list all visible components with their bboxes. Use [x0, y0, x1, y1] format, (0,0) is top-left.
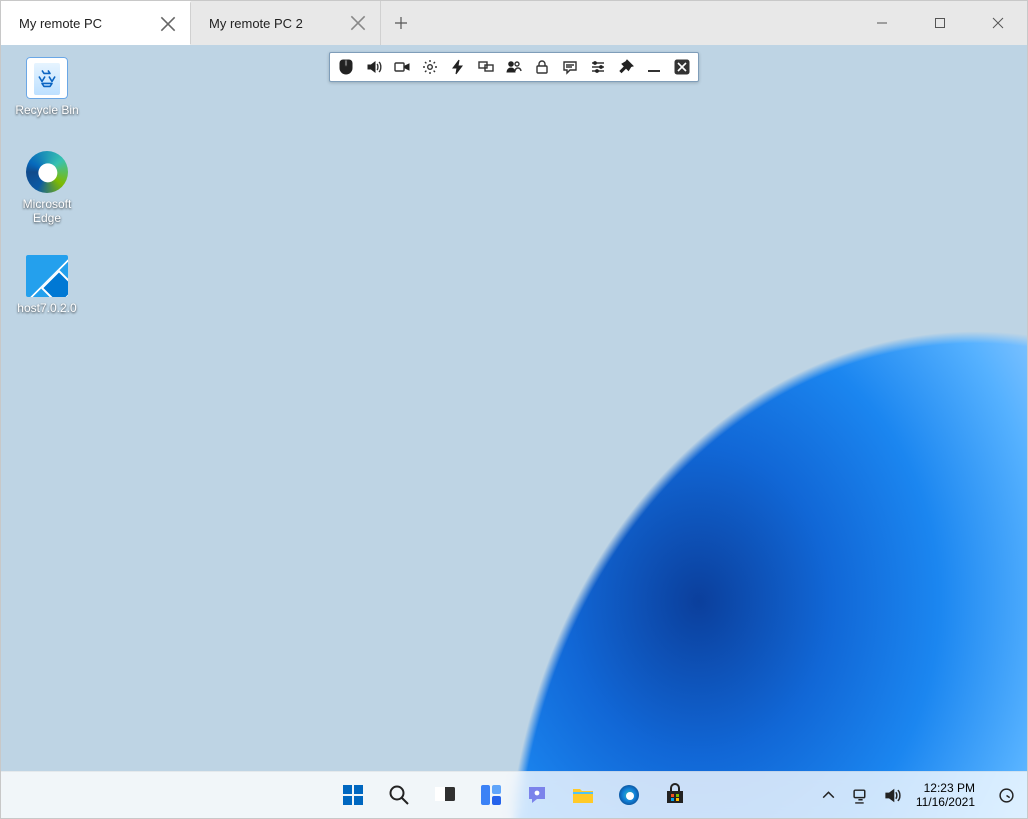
maximize-button[interactable] — [911, 1, 969, 45]
recycle-bin-icon — [26, 57, 68, 99]
pin-icon[interactable] — [612, 55, 640, 79]
app-window: My remote PC My remote PC 2 — [0, 0, 1028, 819]
search-button[interactable] — [380, 776, 418, 814]
lightning-icon[interactable] — [444, 55, 472, 79]
tab-label: My remote PC — [19, 16, 102, 31]
users-icon[interactable] — [500, 55, 528, 79]
desktop-icon-host-installer[interactable]: host7.0.2.0 — [7, 255, 87, 315]
edge-button[interactable] — [610, 776, 648, 814]
file-explorer-button[interactable] — [564, 776, 602, 814]
start-button[interactable] — [334, 776, 372, 814]
desktop-icon-recycle-bin[interactable]: Recycle Bin — [7, 57, 87, 117]
host-installer-icon — [26, 255, 68, 297]
notifications-icon[interactable] — [997, 786, 1015, 804]
remote-desktop-view[interactable]: Recycle Bin Microsoft Edge host7.0.2.0 — [1, 45, 1027, 818]
clock-date: 11/16/2021 — [916, 795, 975, 809]
widgets-button[interactable] — [472, 776, 510, 814]
close-icon[interactable] — [668, 55, 696, 79]
chat-button[interactable] — [518, 776, 556, 814]
desktop-icon-label: Microsoft Edge — [7, 197, 87, 225]
tab-bar: My remote PC My remote PC 2 — [1, 1, 1027, 45]
close-icon[interactable] — [350, 15, 366, 31]
minimize-icon[interactable] — [640, 55, 668, 79]
remote-toolbar — [329, 52, 699, 82]
taskbar-tray: 12:23 PM 11/16/2021 — [820, 781, 1027, 809]
monitors-icon[interactable] — [472, 55, 500, 79]
tab-label: My remote PC 2 — [209, 16, 303, 31]
store-button[interactable] — [656, 776, 694, 814]
options-icon[interactable] — [584, 55, 612, 79]
desktop-icon-label: Recycle Bin — [7, 103, 87, 117]
window-controls — [853, 1, 1027, 45]
sound-icon[interactable] — [360, 55, 388, 79]
lock-icon[interactable] — [528, 55, 556, 79]
minimize-button[interactable] — [853, 1, 911, 45]
tab-my-remote-pc-2[interactable]: My remote PC 2 — [191, 1, 381, 45]
network-icon[interactable] — [852, 786, 870, 804]
chevron-up-icon[interactable] — [820, 786, 838, 804]
mouse-icon[interactable] — [332, 55, 360, 79]
chat-icon[interactable] — [556, 55, 584, 79]
taskbar-center — [334, 776, 694, 814]
desktop-icon-microsoft-edge[interactable]: Microsoft Edge — [7, 151, 87, 225]
remote-taskbar: 12:23 PM 11/16/2021 — [1, 771, 1027, 818]
close-icon[interactable] — [160, 16, 176, 32]
tab-my-remote-pc[interactable]: My remote PC — [1, 1, 191, 45]
taskbar-clock[interactable]: 12:23 PM 11/16/2021 — [916, 781, 975, 809]
taskview-button[interactable] — [426, 776, 464, 814]
gear-icon[interactable] — [416, 55, 444, 79]
close-window-button[interactable] — [969, 1, 1027, 45]
desktop-icon-label: host7.0.2.0 — [7, 301, 87, 315]
clock-time: 12:23 PM — [916, 781, 975, 795]
edge-icon — [26, 151, 68, 193]
volume-icon[interactable] — [884, 786, 902, 804]
video-icon[interactable] — [388, 55, 416, 79]
add-tab-button[interactable] — [381, 1, 421, 45]
